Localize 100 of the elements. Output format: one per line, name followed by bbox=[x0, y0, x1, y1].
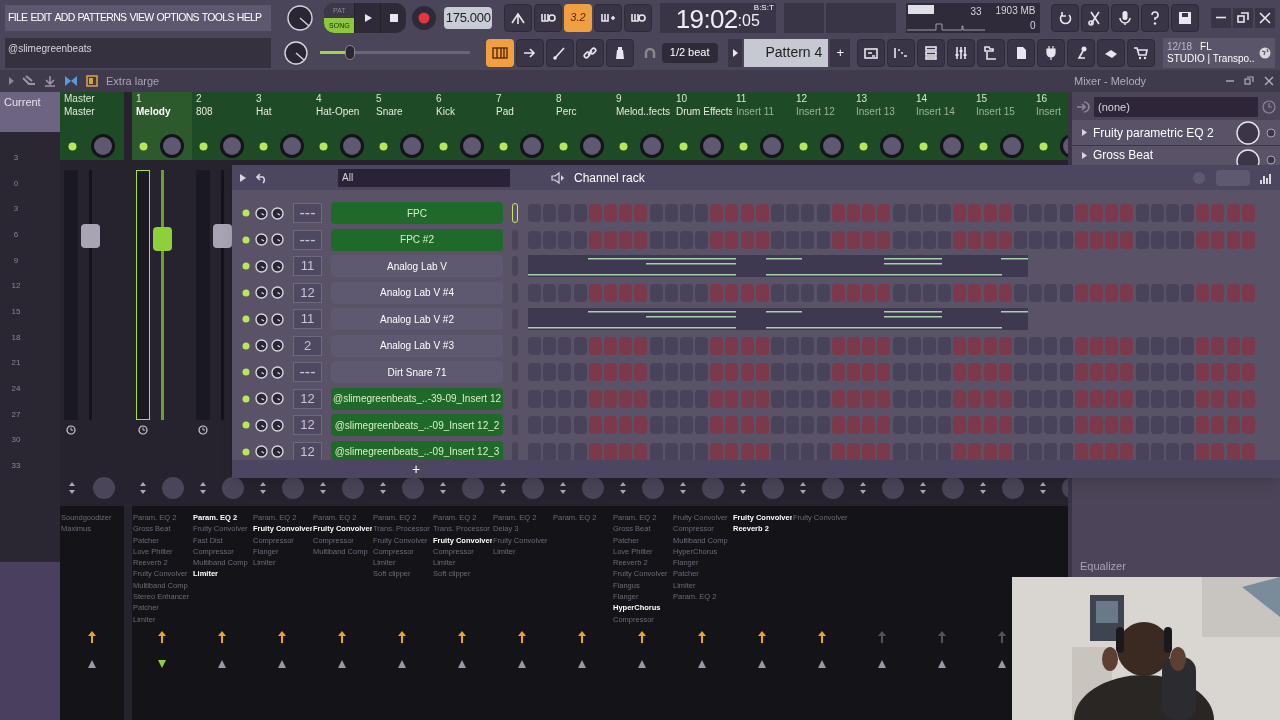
slot-name: Gross Beat bbox=[1093, 148, 1155, 162]
channel-button[interactable]: Analog Lab V #4 bbox=[331, 281, 503, 304]
channel-button[interactable]: Dirt Snare 71 bbox=[331, 361, 503, 383]
track-number: Master bbox=[64, 93, 96, 105]
channel-button[interactable]: Analog Lab V #3 bbox=[331, 334, 503, 357]
channel-button[interactable]: Analog Lab V #2 bbox=[331, 308, 503, 330]
clock-time: 19:02 bbox=[675, 4, 738, 33]
pattern-selector[interactable]: Pattern 4 bbox=[744, 38, 829, 67]
channel-route[interactable]: 2 bbox=[293, 335, 322, 356]
track-number: 4 bbox=[316, 93, 323, 105]
news-panel[interactable]: 12/18 FL STUDIO | Transpo.. bbox=[1163, 37, 1275, 68]
track-number: 5 bbox=[376, 93, 383, 105]
channel-route[interactable]: --- bbox=[293, 229, 322, 250]
track-header[interactable]: 8 Perc bbox=[552, 92, 612, 160]
track-number: 3 bbox=[256, 93, 263, 105]
snap-selector[interactable]: 1/2 beat bbox=[661, 42, 718, 63]
track-header[interactable]: 9 Melod..fects bbox=[612, 92, 672, 160]
track-number: 7 bbox=[496, 93, 503, 105]
channel-route[interactable]: 11 bbox=[293, 309, 322, 329]
channel-button[interactable]: @slimegreenbeats_..-09_Insert 12_2 bbox=[331, 414, 503, 436]
menu-item[interactable]: EDIT bbox=[30, 9, 52, 26]
track-number: 8 bbox=[556, 93, 563, 105]
track-number: 9 bbox=[616, 93, 623, 105]
scale-label: 33 bbox=[11, 459, 21, 472]
input-selector[interactable]: (none) bbox=[1094, 97, 1258, 117]
news-title: FL bbox=[1200, 40, 1212, 53]
track-name: Master bbox=[64, 105, 96, 119]
track-header[interactable]: 6 Kick bbox=[432, 92, 492, 160]
track-name: Pad bbox=[496, 105, 515, 119]
track-name: Perc bbox=[556, 105, 578, 119]
track-header[interactable]: 15 Insert 15 bbox=[972, 92, 1032, 160]
track-number: 2 bbox=[196, 93, 203, 105]
track-header[interactable]: 14 Insert 14 bbox=[912, 92, 972, 160]
track-header[interactable]: 3 Hat bbox=[252, 92, 312, 160]
track-header[interactable]: 12 Insert 12 bbox=[792, 92, 852, 160]
track-name: Hat bbox=[256, 105, 273, 119]
track-header[interactable]: 2 808 bbox=[192, 92, 252, 160]
effect-slot[interactable]: Gross Beat bbox=[1072, 146, 1280, 165]
track-number: 11 bbox=[736, 93, 748, 105]
channel-button[interactable]: @slimegreenbeats_..-39-09_Insert 12 bbox=[331, 387, 503, 410]
track-header[interactable]: 7 Pad bbox=[492, 92, 552, 160]
scale-label: 18 bbox=[11, 331, 21, 344]
filter-selector[interactable]: All bbox=[338, 168, 510, 187]
track-header[interactable]: 16 Insert bbox=[1032, 92, 1068, 160]
scale-label: 12 bbox=[11, 280, 21, 293]
channel-button[interactable]: FPC #2 bbox=[331, 228, 503, 251]
menu-item[interactable]: TOOLS bbox=[201, 9, 234, 26]
scale-label: 0 bbox=[13, 177, 19, 190]
menu-item[interactable]: VIEW bbox=[129, 9, 154, 26]
track-header[interactable]: 13 Insert 13 bbox=[852, 92, 912, 160]
menu-item[interactable]: FILE bbox=[8, 9, 28, 26]
channel-route[interactable]: 12 bbox=[293, 282, 322, 303]
scale-label: 30 bbox=[11, 434, 21, 447]
channel-route[interactable]: 12 bbox=[293, 441, 322, 462]
track-header[interactable]: 11 Insert 11 bbox=[732, 92, 792, 160]
channel-button[interactable]: Analog Lab V bbox=[331, 255, 503, 277]
effect-slot[interactable]: Fruity parametric EQ 2 bbox=[1072, 120, 1280, 146]
track-header[interactable]: Master Master bbox=[60, 92, 124, 160]
track-header[interactable]: 10 Drum Effects bbox=[672, 92, 732, 160]
add-pattern-button[interactable]: + bbox=[830, 38, 851, 67]
scale-label: 3 bbox=[13, 203, 19, 216]
channel-route[interactable]: 12 bbox=[293, 415, 322, 435]
channel-route[interactable]: --- bbox=[293, 203, 322, 223]
menu-item[interactable]: ADD bbox=[54, 9, 75, 26]
track-number: 1 bbox=[136, 93, 143, 105]
track-header[interactable]: 5 Snare bbox=[372, 92, 432, 160]
track-header[interactable]: 1 Melody bbox=[132, 92, 192, 160]
channel-route[interactable]: --- bbox=[293, 362, 322, 382]
track-name: Melod..fects bbox=[616, 105, 668, 119]
menu-item[interactable]: OPTIONS bbox=[156, 9, 199, 26]
scale-label: 24 bbox=[11, 382, 21, 395]
track-name: Kick bbox=[436, 105, 456, 119]
track-name: Snare bbox=[376, 105, 404, 119]
hint-text: @slimegreenbeats bbox=[8, 42, 92, 54]
track-number: 13 bbox=[856, 93, 869, 105]
track-name: Insert bbox=[1036, 105, 1062, 119]
channel-route[interactable]: 11 bbox=[293, 256, 322, 276]
section-label: Equalizer bbox=[1080, 560, 1126, 572]
tempo-field[interactable]: 175.000 bbox=[444, 6, 493, 29]
track-header[interactable]: 4 Hat-Open bbox=[312, 92, 372, 160]
toolbar-button[interactable]: 3.2 bbox=[563, 3, 592, 32]
channel-button[interactable]: FPC bbox=[331, 202, 503, 224]
menu-item[interactable]: PATTERNS bbox=[77, 9, 127, 26]
slot-name: Fruity parametric EQ 2 bbox=[1093, 125, 1215, 140]
scale-label: 21 bbox=[11, 357, 21, 370]
track-name: Insert 14 bbox=[916, 105, 956, 119]
add-channel-button[interactable]: + bbox=[412, 462, 421, 476]
menu-item[interactable]: HELP bbox=[236, 9, 262, 26]
track-name: Insert 12 bbox=[796, 105, 836, 119]
news-title: STUDIO | Transpo.. bbox=[1167, 52, 1256, 65]
track-name: 808 bbox=[196, 105, 214, 119]
size-label: Extra large bbox=[106, 73, 160, 89]
track-name: Insert 13 bbox=[856, 105, 896, 119]
scale-label: 27 bbox=[11, 408, 21, 421]
track-number: 16 bbox=[1036, 93, 1049, 105]
panel-title: Channel rack bbox=[574, 169, 645, 187]
scale-label: 6 bbox=[13, 228, 19, 241]
channel-route[interactable]: 12 bbox=[293, 388, 322, 409]
channel-button[interactable]: @slimegreenbeats_..-09_Insert 12_3 bbox=[331, 440, 503, 463]
track-name: Insert 15 bbox=[976, 105, 1016, 119]
